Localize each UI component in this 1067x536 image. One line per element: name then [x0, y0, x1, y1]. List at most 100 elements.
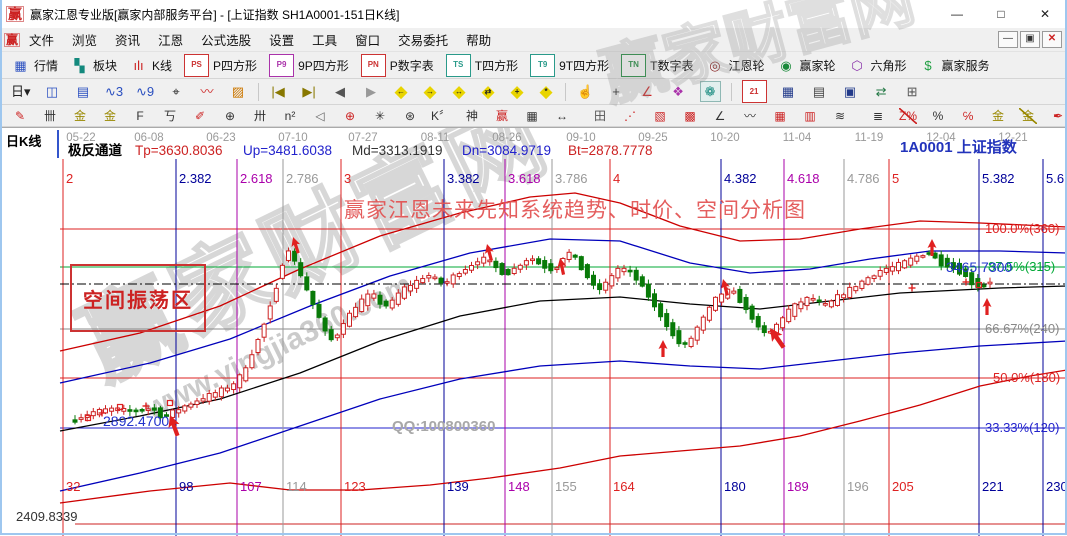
toolbar-ying-tool[interactable]: 赢	[487, 107, 517, 125]
toolbar-window-box[interactable]: 田	[585, 107, 615, 125]
toolbar-k-quote[interactable]: K〞	[425, 107, 457, 125]
toolbar-brush[interactable]: ✎	[5, 107, 35, 125]
toolbar-percent-line[interactable]: ℅	[953, 107, 983, 125]
menu-item-1[interactable]: 浏览	[63, 30, 106, 49]
toolbar-ma-3[interactable]: ∿3	[99, 81, 130, 102]
menu-item-9[interactable]: 帮助	[457, 30, 500, 49]
toolbar-9t-square[interactable]: T99T四方形	[524, 53, 615, 78]
toolbar-star-circle[interactable]: ✳	[365, 107, 395, 125]
toolbar-tick-ruler[interactable]: 卌	[35, 107, 65, 125]
toolbar-web-circle[interactable]: ⊛	[395, 107, 425, 125]
toolbar-zoom-out[interactable]: ◆*	[532, 82, 561, 101]
toolbar-brush-measure[interactable]: ✐	[185, 107, 215, 125]
toolbar-info-panel[interactable]: ▤	[68, 81, 99, 102]
toolbar-zigzag[interactable]: 〰	[735, 107, 765, 125]
toolbar-winner-service[interactable]: $赢家服务	[913, 55, 996, 76]
toolbar-width-arrow[interactable]: ↔	[547, 107, 577, 125]
toolbar-time-clock[interactable]: ⊕	[215, 107, 245, 125]
toolbar-flag[interactable]: ◁	[305, 107, 335, 125]
toolbar-zoom-in[interactable]: ◆+	[503, 82, 532, 101]
toolbar-expand-h[interactable]: ◆↔	[445, 82, 474, 101]
toolbar-t-square[interactable]: TST四方形	[440, 53, 524, 78]
toolbar-grid-tool[interactable]: ▦	[517, 107, 547, 125]
toolbar-gann-circle[interactable]: ⊕	[335, 107, 365, 125]
marker-tool-icon: ⌖	[167, 82, 186, 101]
toolbar-last-page[interactable]: ▶|	[294, 81, 325, 102]
close-button[interactable]: ✕	[1023, 0, 1067, 28]
toolbar-sectors[interactable]: ▚板块	[64, 55, 123, 76]
toolbar-gann-box[interactable]: ▧	[645, 107, 675, 125]
toolbar-wave-red[interactable]: 〰	[192, 81, 223, 102]
toolbar-data-export[interactable]: ⇄	[866, 81, 897, 102]
toolbar-vol-bars[interactable]: ≣	[863, 107, 893, 125]
toolbar-ma-9[interactable]: ∿9	[130, 81, 161, 102]
mdi-close-button[interactable]: ✕	[1042, 31, 1062, 48]
grid-tool-icon: ▦	[523, 108, 541, 124]
toolbar-gann-wheel[interactable]: ◎江恩轮	[699, 55, 770, 76]
toolbar-hexagon[interactable]: ⬡六角形	[842, 55, 913, 76]
toolbar-fib-f[interactable]: F	[125, 107, 155, 125]
toolbar-pan-hand[interactable]: ☝	[570, 81, 601, 102]
mdi-minimize-button[interactable]: —	[998, 31, 1018, 48]
gann-count-label-13: 221	[982, 480, 1004, 493]
minimize-button[interactable]: —	[935, 0, 979, 28]
mdi-restore-button[interactable]: ▣	[1020, 31, 1040, 48]
toolbar-pattern-stamp[interactable]: ❖	[663, 81, 694, 102]
toolbar-calendar[interactable]: 21	[736, 79, 773, 104]
toolbar-save[interactable]: ▣	[835, 81, 866, 102]
toolbar-bar-grid[interactable]: ▥	[795, 107, 825, 125]
toolbar-chart-mode[interactable]: ◫	[37, 81, 68, 102]
toolbar-tick-row[interactable]: 卅	[245, 107, 275, 125]
toolbar-memo[interactable]: ▤	[804, 81, 835, 102]
star-circle-icon: ✳	[371, 108, 389, 124]
toolbar-shrink-h[interactable]: ◆⇄	[474, 82, 503, 101]
toolbar-p-square[interactable]: PSP四方形	[178, 53, 263, 78]
toolbar-first-page[interactable]: |◀	[263, 81, 294, 102]
maximize-button[interactable]: □	[979, 0, 1023, 28]
toolbar-candle-pen[interactable]: ✒	[1043, 107, 1067, 125]
kline-chart-canvas[interactable]: 赢家财富网 www.yingjia360.com 100.0%(360)87.5…	[0, 127, 1067, 536]
toolbar-crosshair[interactable]: +	[601, 81, 632, 102]
menu-item-7[interactable]: 窗口	[346, 30, 389, 49]
toolbar-percent-z[interactable]: Z%	[893, 107, 923, 125]
toolbar-pc-sync[interactable]: ⊞	[897, 81, 928, 102]
toolbar-prev-page[interactable]: ◀	[325, 81, 356, 102]
toolbar-gann-fan[interactable]: ⋰	[615, 107, 645, 125]
toolbar-angle-measure[interactable]: ∠	[632, 81, 663, 102]
toolbar-scroll-left[interactable]: ◆←	[387, 82, 416, 101]
menu-item-0[interactable]: 文件	[20, 30, 63, 49]
gann-wheel-icon: ◎	[705, 56, 724, 75]
toolbar-quotes[interactable]: ▦行情	[5, 55, 64, 76]
toolbar-separator	[565, 83, 566, 101]
toolbar-p-number-table[interactable]: PNP数字表	[355, 53, 440, 78]
toolbar-cycle-tool[interactable]: 丂	[155, 107, 185, 125]
toolbar-smart-select[interactable]: ❁	[694, 80, 727, 103]
menu-item-5[interactable]: 设置	[260, 30, 303, 49]
toolbar-gold-circle[interactable]: 金	[983, 107, 1013, 125]
toolbar-color-trend[interactable]: ▨	[223, 81, 254, 102]
toolbar-calculator[interactable]: ▦	[773, 81, 804, 102]
toolbar-n-squared[interactable]: n²	[275, 107, 305, 125]
toolbar-marker-tool[interactable]: ⌖	[161, 81, 192, 102]
toolbar-t-number-table[interactable]: TNT数字表	[615, 53, 699, 78]
toolbar-scroll-right[interactable]: ◆→	[416, 82, 445, 101]
toolbar-angle-line[interactable]: ∠	[705, 107, 735, 125]
menu-item-3[interactable]: 江恩	[149, 30, 192, 49]
menu-item-8[interactable]: 交易委托	[389, 30, 457, 49]
toolbar-kline[interactable]: ılıK线	[123, 55, 178, 76]
toolbar-gold-level[interactable]: 金	[1013, 107, 1043, 125]
toolbar-percent[interactable]: %	[923, 107, 953, 125]
toolbar-winner-wheel[interactable]: ◉赢家轮	[770, 55, 841, 76]
toolbar-gold-seq-1[interactable]: 金	[65, 107, 95, 125]
toolbar-shen-tool[interactable]: 神	[457, 107, 487, 125]
menu-item-6[interactable]: 工具	[303, 30, 346, 49]
menu-item-4[interactable]: 公式选股	[192, 30, 260, 49]
toolbar-gold-seq-2[interactable]: 金	[95, 107, 125, 125]
toolbar-dense-grid[interactable]: ▦	[765, 107, 795, 125]
toolbar-next-page[interactable]: ▶	[356, 81, 387, 102]
toolbar-9p-square[interactable]: P99P四方形	[263, 53, 355, 78]
toolbar-kline-period[interactable]: 日▾	[5, 81, 37, 102]
toolbar-price-grid[interactable]: ▩	[675, 107, 705, 125]
menu-item-2[interactable]: 资讯	[106, 30, 149, 49]
toolbar-parallel-lines[interactable]: ≋	[825, 107, 855, 125]
